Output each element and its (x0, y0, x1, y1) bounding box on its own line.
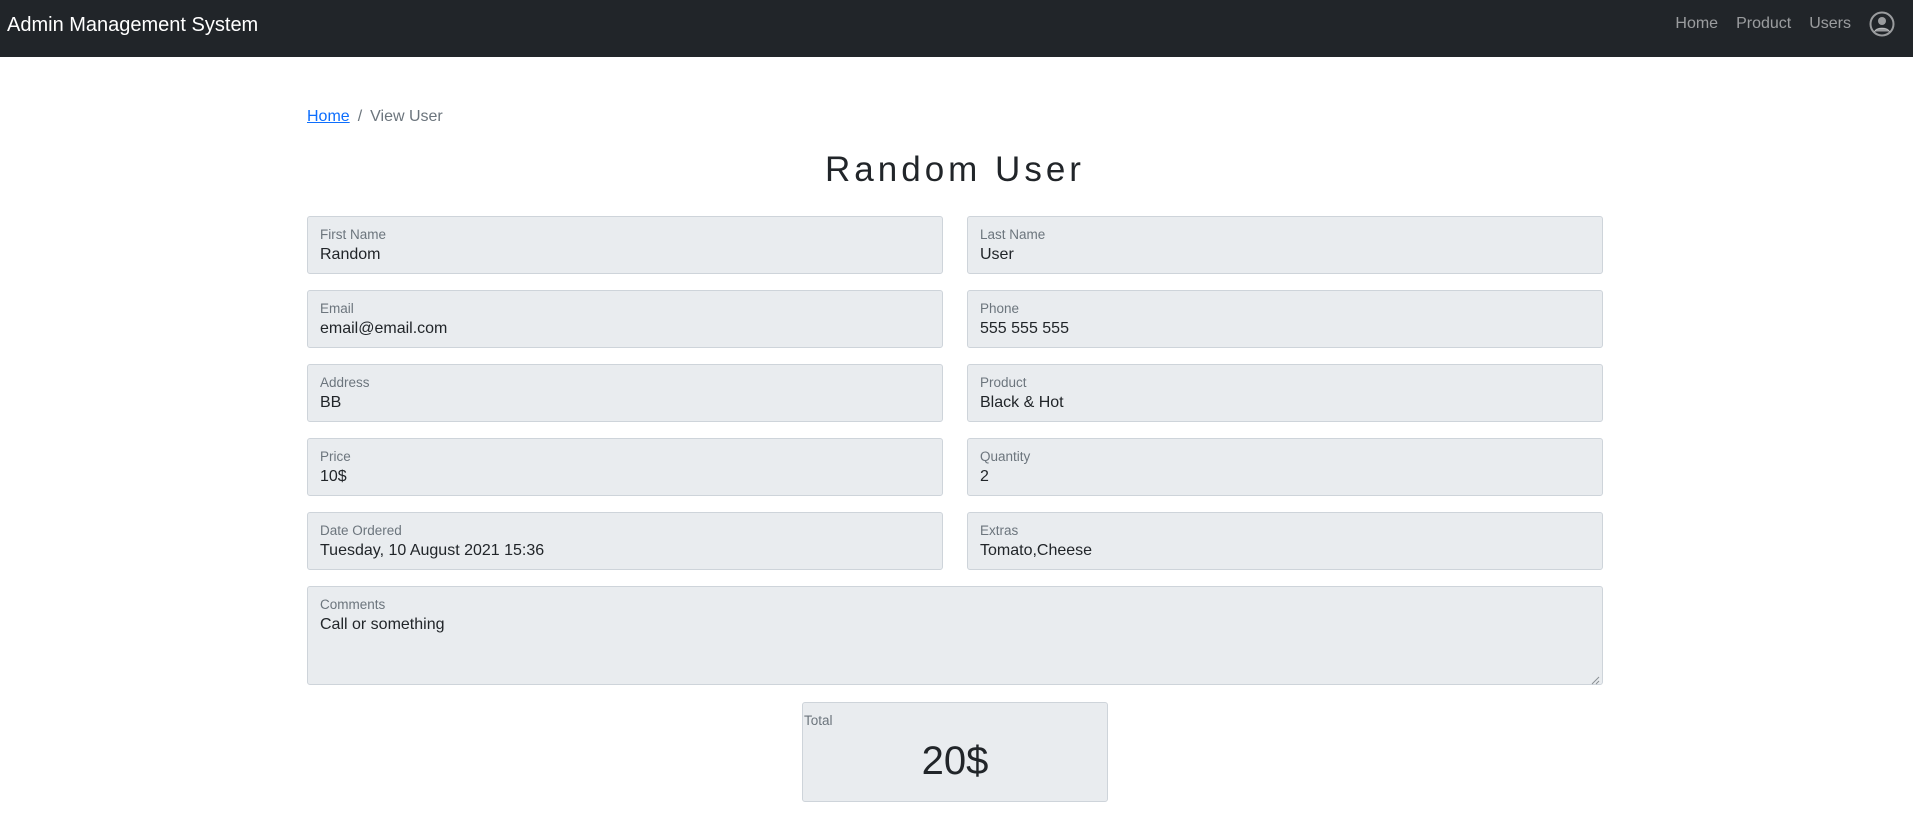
breadcrumb-home-link[interactable]: Home (307, 108, 350, 126)
total-value: 20$ (921, 739, 989, 783)
nav-link-product[interactable]: Product (1736, 15, 1791, 33)
total-field: Total 20$ (802, 702, 1108, 802)
date-ordered-field[interactable]: Date Ordered Tuesday, 10 August 2021 15:… (307, 512, 943, 570)
address-label: Address (320, 375, 370, 390)
breadcrumb-current: View User (370, 108, 443, 125)
email-field[interactable]: Email email@email.com (307, 290, 943, 348)
top-navbar: Admin Management System Home Product Use… (0, 0, 1913, 57)
product-label: Product (980, 375, 1027, 390)
last-name-field[interactable]: Last Name User (967, 216, 1603, 274)
product-value: Black & Hot (980, 394, 1064, 411)
extras-label: Extras (980, 523, 1019, 538)
first-name-label: First Name (320, 227, 387, 242)
total-label: Total (804, 713, 833, 728)
user-circle-icon[interactable] (1869, 11, 1895, 37)
nav-link-users[interactable]: Users (1809, 15, 1851, 33)
breadcrumb-separator: / (357, 108, 363, 125)
phone-field[interactable]: Phone 555 555 555 (967, 290, 1603, 348)
quantity-field[interactable]: Quantity 2 (967, 438, 1603, 496)
comments-label: Comments (320, 597, 386, 612)
phone-label: Phone (980, 301, 1020, 316)
breadcrumb: Home / View User (307, 108, 443, 126)
comments-value: Call or something (320, 616, 445, 633)
quantity-label: Quantity (980, 449, 1031, 464)
extras-field[interactable]: Extras Tomato,Cheese (967, 512, 1603, 570)
date-ordered-label: Date Ordered (320, 523, 402, 538)
address-value: BB (320, 394, 342, 411)
price-field[interactable]: Price 10$ (307, 438, 943, 496)
quantity-value: 2 (980, 468, 989, 485)
email-label: Email (320, 301, 354, 316)
last-name-value: User (980, 246, 1014, 263)
nav-links: Home Product Users (1675, 0, 1913, 47)
brand-link[interactable]: Admin Management System (7, 14, 258, 37)
address-field[interactable]: Address BB (307, 364, 943, 422)
first-name-field[interactable]: First Name Random (307, 216, 943, 274)
phone-value: 555 555 555 (980, 320, 1069, 337)
price-value: 10$ (320, 468, 347, 485)
last-name-label: Last Name (980, 227, 1046, 242)
resize-grip-icon[interactable] (1590, 672, 1600, 685)
page-title: Random User (825, 150, 1085, 189)
email-value: email@email.com (320, 320, 448, 337)
comments-textarea[interactable]: Comments Call or something (307, 586, 1603, 685)
extras-value: Tomato,Cheese (980, 542, 1093, 559)
date-ordered-value: Tuesday, 10 August 2021 15:36 (320, 542, 545, 559)
product-field[interactable]: Product Black & Hot (967, 364, 1603, 422)
first-name-value: Random (320, 246, 381, 263)
nav-link-home[interactable]: Home (1675, 15, 1718, 33)
price-label: Price (320, 449, 351, 464)
